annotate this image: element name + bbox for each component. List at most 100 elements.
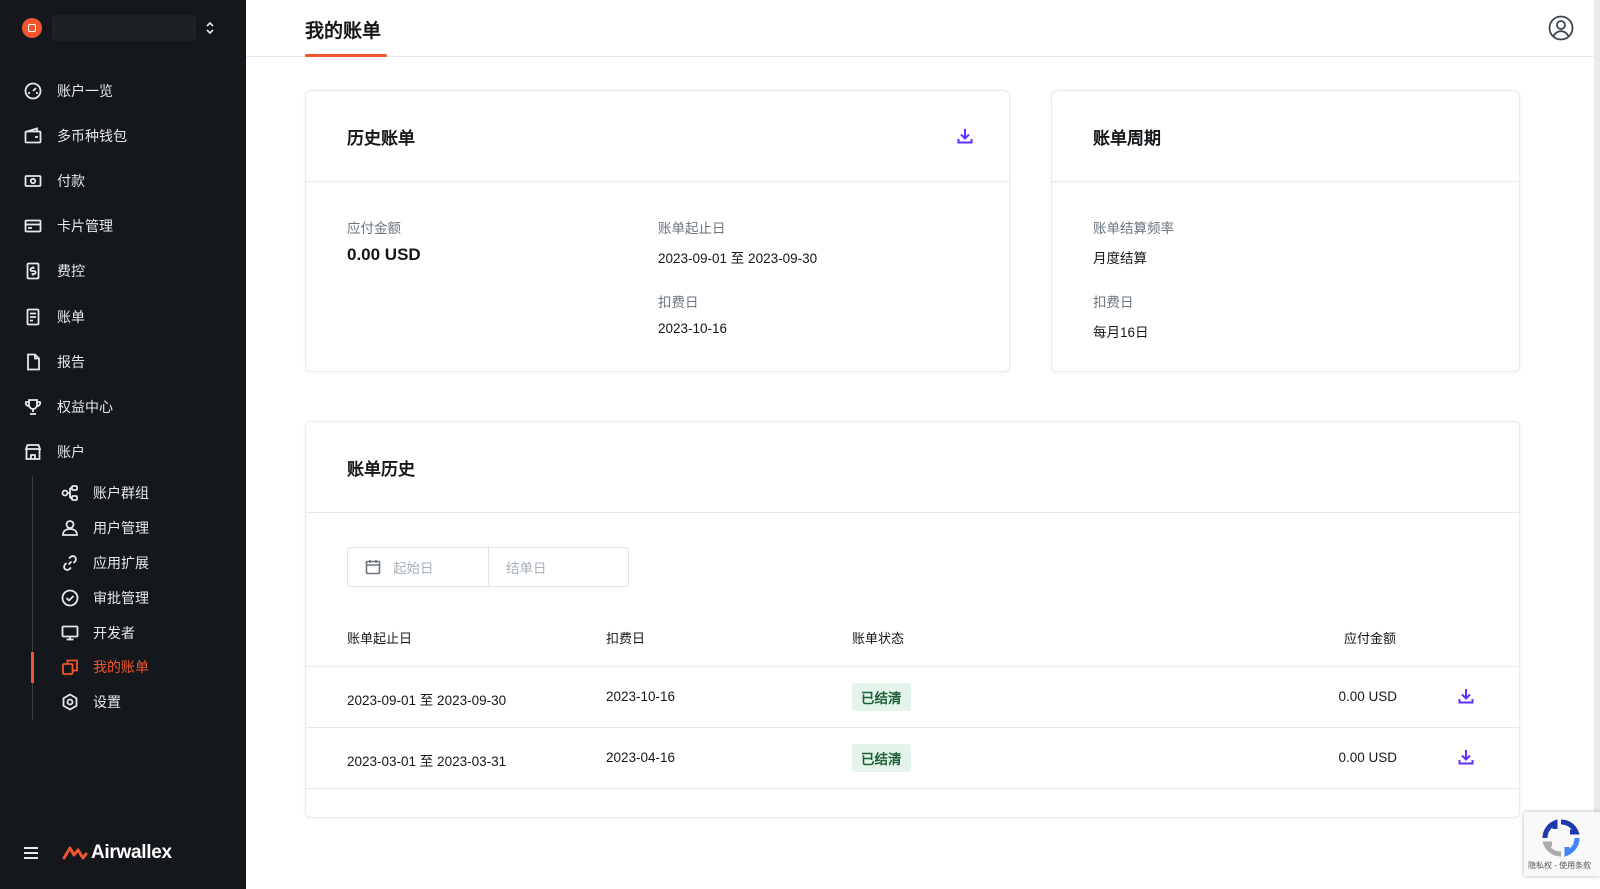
amount-label: 应付金额 (347, 221, 401, 236)
account-switcher[interactable] (22, 14, 222, 42)
nav-item-cards[interactable]: 卡片管理 (0, 204, 246, 249)
settings-icon (61, 693, 79, 711)
nav-label: 账单 (57, 308, 85, 325)
card-title: 历史账单 (347, 128, 415, 148)
menu-icon[interactable] (24, 847, 38, 859)
nav-item-payment[interactable]: 付款 (0, 158, 246, 203)
dashboard-icon (24, 82, 42, 100)
amount-value: 0.00 USD (347, 245, 421, 264)
column-header-amount[interactable]: 应付金额 (1344, 628, 1396, 647)
column-header-status[interactable]: 账单状态 (852, 628, 904, 647)
sidebar-footer: Airwallex (24, 842, 172, 864)
row-period: 2023-03-01 至 2023-03-31 (347, 754, 507, 769)
sidebar: 账户一览 多币种钱包 付款 卡片管理 费控 账单 报告 权益中心 账户 账户群组… (0, 0, 246, 889)
sub-item-label: 开发者 (93, 624, 135, 641)
sub-item-developer[interactable]: 开发者 (33, 615, 246, 650)
bill-cycle-card: 账单周期 账单结算频率 月度结算 扣费日 每月16日 (1051, 90, 1520, 372)
monitor-icon (61, 624, 79, 642)
start-date-input[interactable]: 起始日 (348, 548, 488, 586)
brand-name: Airwallex (91, 842, 172, 863)
sub-item-label: 设置 (93, 694, 121, 711)
download-icon[interactable] (1456, 686, 1476, 706)
user-icon (61, 519, 79, 537)
column-header-debit[interactable]: 扣费日 (606, 628, 645, 647)
row-period: 2023-09-01 至 2023-09-30 (347, 693, 507, 708)
card-title: 账单周期 (1093, 128, 1161, 148)
sub-item-label: 审批管理 (93, 589, 149, 606)
card-title: 账单历史 (347, 459, 415, 479)
status-badge: 已结清 (852, 744, 911, 772)
status-badge: 已结清 (852, 683, 911, 711)
nav-item-account[interactable]: 账户 (0, 430, 246, 475)
app-root: 账户一览 多币种钱包 付款 卡片管理 费控 账单 报告 权益中心 账户 账户群组… (0, 0, 1600, 889)
sub-item-user-management[interactable]: 用户管理 (33, 511, 246, 546)
nav-label: 账户一览 (57, 82, 113, 99)
account-subnav: 账户群组 用户管理 应用扩展 审批管理 开发者 我的账单 设置 (31, 476, 246, 720)
nav-item-expense[interactable]: 费控 (0, 249, 246, 294)
nav-item-wallet[interactable]: 多币种钱包 (0, 113, 246, 158)
nav-item-rewards[interactable]: 权益中心 (0, 384, 246, 429)
period-value: 2023-09-01 至 2023-09-30 (658, 251, 818, 266)
debit-date-value: 2023-10-16 (658, 321, 728, 336)
recaptcha-icon (1541, 818, 1581, 858)
download-icon[interactable] (955, 126, 975, 146)
nav-label: 权益中心 (57, 398, 113, 415)
bill-icon (24, 308, 42, 326)
end-date-placeholder: 结单日 (506, 561, 547, 576)
frequency-value: 月度结算 (1093, 251, 1147, 266)
recaptcha-badge[interactable]: 隐私权 - 使用条款 (1524, 812, 1600, 876)
group-icon (61, 484, 79, 502)
sub-item-label: 用户管理 (93, 520, 149, 537)
download-icon[interactable] (1456, 747, 1476, 767)
table-row[interactable]: 2023-09-01 至 2023-09-30 2023-10-16 已结清 0… (306, 666, 1519, 726)
trophy-icon (24, 398, 42, 416)
nav-label: 费控 (57, 263, 85, 280)
store-icon (24, 443, 42, 461)
table-divider (306, 788, 1519, 789)
row-amount: 0.00 USD (1338, 689, 1397, 704)
nav-item-bills[interactable]: 账单 (0, 294, 246, 339)
chevron-updown-icon (204, 19, 216, 37)
row-debit: 2023-10-16 (606, 689, 676, 704)
nav-label: 卡片管理 (57, 218, 113, 235)
check-circle-icon (61, 589, 79, 607)
table-row[interactable]: 2023-03-01 至 2023-03-31 2023-04-16 已结清 0… (306, 727, 1519, 787)
date-range-filter: 起始日 结单日 (347, 547, 629, 587)
history-bill-header: 历史账单 (306, 91, 1009, 182)
bill-cycle-header: 账单周期 (1052, 91, 1519, 182)
period-label: 账单起止日 (658, 221, 726, 236)
sub-item-settings[interactable]: 设置 (33, 685, 246, 720)
page-scrollbar[interactable] (1594, 0, 1600, 840)
main-content: 我的账单 历史账单 应付金额 0.00 USD 账单起止日 2023-09-01… (246, 0, 1600, 889)
row-debit: 2023-04-16 (606, 750, 676, 765)
report-icon (24, 353, 42, 371)
start-date-placeholder: 起始日 (393, 561, 434, 576)
sub-item-label: 账户群组 (93, 485, 149, 502)
sub-item-account-group[interactable]: 账户群组 (33, 476, 246, 511)
sub-item-app-extensions[interactable]: 应用扩展 (33, 546, 246, 581)
top-bar: 我的账单 (246, 0, 1600, 57)
account-logo-icon (22, 18, 42, 38)
history-bill-card: 历史账单 应付金额 0.00 USD 账单起止日 2023-09-01 至 20… (305, 90, 1010, 372)
row-amount: 0.00 USD (1338, 750, 1397, 765)
user-avatar-icon[interactable] (1548, 15, 1574, 41)
nav-label: 付款 (57, 172, 85, 189)
recaptcha-text[interactable]: 隐私权 - 使用条款 (1528, 860, 1591, 871)
sub-item-approvals[interactable]: 审批管理 (33, 580, 246, 615)
main-nav: 账户一览 多币种钱包 付款 卡片管理 费控 账单 报告 权益中心 账户 (0, 68, 246, 475)
column-header-period[interactable]: 账单起止日 (347, 628, 412, 647)
nav-label: 多币种钱包 (57, 127, 127, 144)
nav-item-dashboard[interactable]: 账户一览 (0, 68, 246, 113)
payment-icon (24, 172, 42, 190)
bill-history-header: 账单历史 (306, 422, 1519, 513)
expense-icon (24, 262, 42, 280)
calendar-icon (365, 560, 381, 575)
end-date-input[interactable]: 结单日 (488, 548, 628, 586)
nav-item-reports[interactable]: 报告 (0, 339, 246, 384)
card-icon (24, 217, 42, 235)
debit-day-value: 每月16日 (1093, 325, 1149, 340)
frequency-label: 账单结算频率 (1093, 221, 1174, 236)
sub-item-my-bills[interactable]: 我的账单 (31, 650, 246, 685)
copy-icon (61, 658, 79, 676)
page-title[interactable]: 我的账单 (305, 16, 381, 43)
